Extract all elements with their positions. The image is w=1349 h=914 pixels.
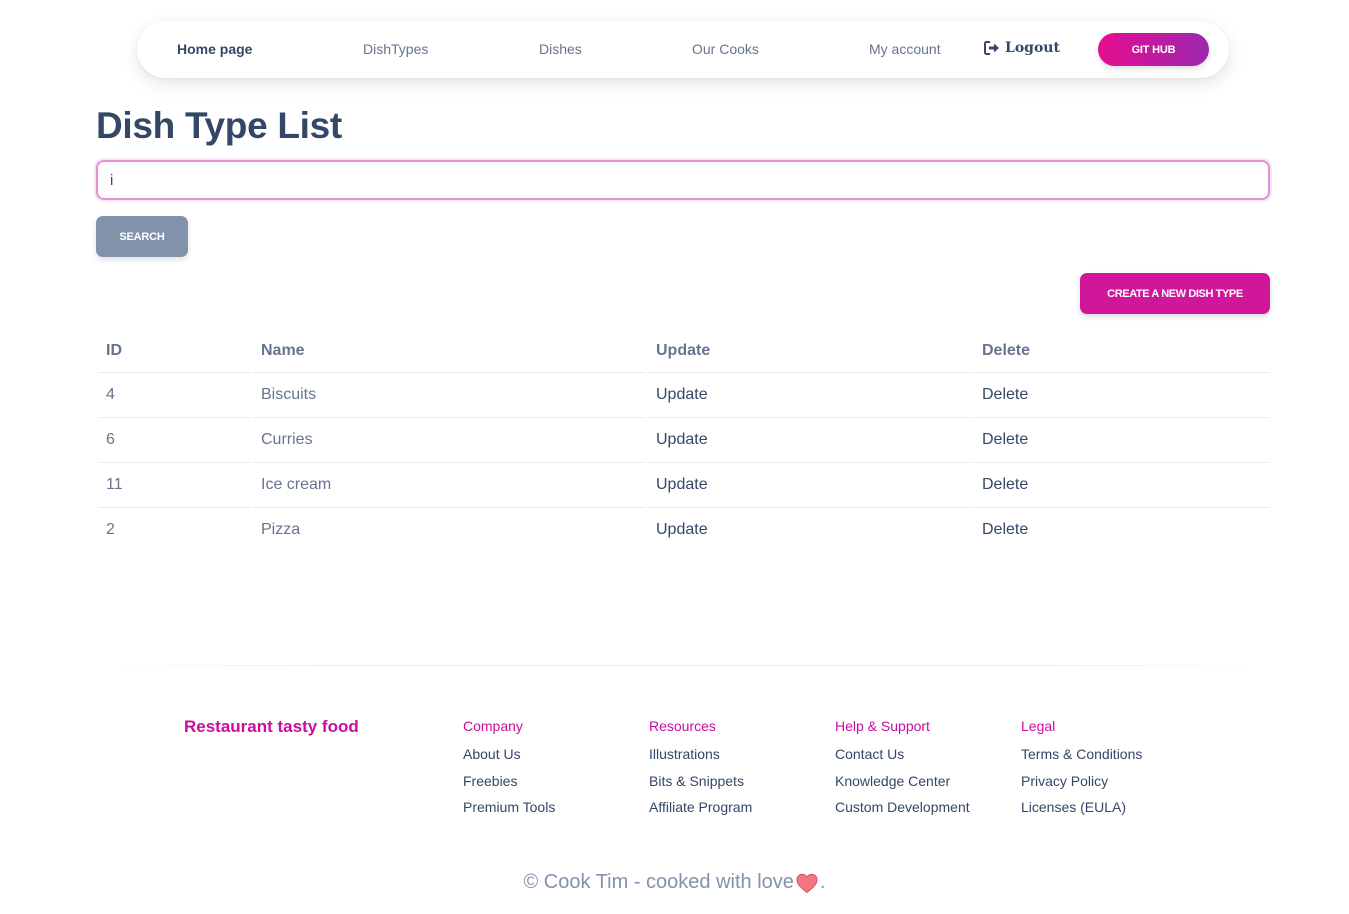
delete-link[interactable]: Delete bbox=[974, 373, 1270, 418]
delete-link[interactable]: Delete bbox=[974, 463, 1270, 508]
copyright-suffix: . bbox=[819, 871, 826, 893]
footer-column-company: Company About Us Freebies Premium Tools bbox=[463, 716, 555, 822]
nav-dishes[interactable]: Dishes bbox=[539, 41, 582, 57]
footer-link-terms-conditions[interactable]: Terms & Conditions bbox=[1021, 742, 1142, 769]
column-header-name: Name bbox=[253, 330, 646, 373]
table-header-row: ID Name Update Delete bbox=[98, 330, 1270, 373]
footer-column-resources: Resources Illustrations Bits & Snippets … bbox=[649, 716, 752, 822]
footer-link-licenses[interactable]: Licenses (EULA) bbox=[1021, 795, 1142, 822]
nav-our-cooks[interactable]: Our Cooks bbox=[692, 41, 759, 57]
footer-column-help-support: Help & Support Contact Us Knowledge Cent… bbox=[835, 716, 970, 822]
github-button[interactable]: GIT HUB bbox=[1098, 33, 1209, 66]
nav-home-page[interactable]: Home page bbox=[177, 41, 252, 57]
cell-name: Pizza bbox=[261, 521, 301, 538]
column-header-id: ID bbox=[98, 330, 251, 373]
footer-link-custom-development[interactable]: Custom Development bbox=[835, 795, 970, 822]
footer-link-about-us[interactable]: About Us bbox=[463, 742, 555, 769]
footer-column-title: Resources bbox=[649, 718, 716, 734]
footer-column-legal: Legal Terms & Conditions Privacy Policy … bbox=[1021, 716, 1142, 822]
top-navbar: Home page DishTypes Dishes Our Cooks My … bbox=[137, 21, 1229, 78]
footer-link-premium-tools[interactable]: Premium Tools bbox=[463, 795, 555, 822]
delete-link[interactable]: Delete bbox=[974, 508, 1270, 552]
nav-dish-types[interactable]: DishTypes bbox=[363, 41, 428, 57]
update-link[interactable]: Update bbox=[648, 418, 972, 463]
footer-link-knowledge-center[interactable]: Knowledge Center bbox=[835, 769, 970, 796]
column-header-delete: Delete bbox=[974, 330, 1270, 373]
footer-link-bits-snippets[interactable]: Bits & Snippets bbox=[649, 769, 752, 796]
footer-link-affiliate-program[interactable]: Affiliate Program bbox=[649, 795, 752, 822]
dish-type-table: ID Name Update Delete 4 Biscuits Update … bbox=[96, 330, 1270, 552]
search-input[interactable] bbox=[96, 160, 1270, 200]
cell-name: Curries bbox=[253, 418, 646, 463]
table-row: 6 Curries Update Delete bbox=[98, 418, 1270, 463]
update-link[interactable]: Update bbox=[648, 373, 972, 418]
copyright-text: © Cook Tim - cooked with love bbox=[523, 871, 794, 893]
footer-link-illustrations[interactable]: Illustrations bbox=[649, 742, 752, 769]
cell-name: Ice cream bbox=[253, 463, 646, 508]
delete-link[interactable]: Delete bbox=[974, 418, 1270, 463]
sign-out-icon bbox=[984, 41, 999, 55]
search-button[interactable]: SEARCH bbox=[96, 216, 188, 257]
cell-name: Biscuits bbox=[253, 373, 646, 418]
table-row: 4 Biscuits Update Delete bbox=[98, 373, 1270, 418]
footer-column-title: Help & Support bbox=[835, 718, 930, 734]
page-title: Dish Type List bbox=[96, 105, 342, 146]
copyright-line: © Cook Tim - cooked with love . bbox=[0, 871, 1349, 894]
create-dish-type-button[interactable]: CREATE A NEW DISH TYPE bbox=[1080, 273, 1270, 314]
logout-label: Logout bbox=[1005, 40, 1060, 56]
footer-link-freebies[interactable]: Freebies bbox=[463, 769, 555, 796]
cell-id: 4 bbox=[98, 373, 251, 418]
cell-id: 11 bbox=[98, 463, 251, 508]
footer-link-contact-us[interactable]: Contact Us bbox=[835, 742, 970, 769]
footer-link-privacy-policy[interactable]: Privacy Policy bbox=[1021, 769, 1142, 796]
cell-id: 2 bbox=[106, 521, 115, 538]
table-row: 2 Pizza Update Delete bbox=[98, 508, 1270, 552]
column-header-update: Update bbox=[648, 330, 972, 373]
footer-column-title: Company bbox=[463, 718, 523, 734]
footer-column-title: Legal bbox=[1021, 718, 1056, 734]
nav-my-account[interactable]: My account bbox=[869, 41, 941, 57]
update-link[interactable]: Update bbox=[648, 508, 972, 552]
table-row: 11 Ice cream Update Delete bbox=[98, 463, 1270, 508]
logout-link[interactable]: Logout bbox=[984, 40, 1060, 56]
heart-icon bbox=[796, 873, 818, 893]
footer-brand: Restaurant tasty food bbox=[184, 717, 359, 736]
footer-divider bbox=[96, 665, 1270, 666]
cell-id: 6 bbox=[98, 418, 251, 463]
update-link[interactable]: Update bbox=[648, 463, 972, 508]
